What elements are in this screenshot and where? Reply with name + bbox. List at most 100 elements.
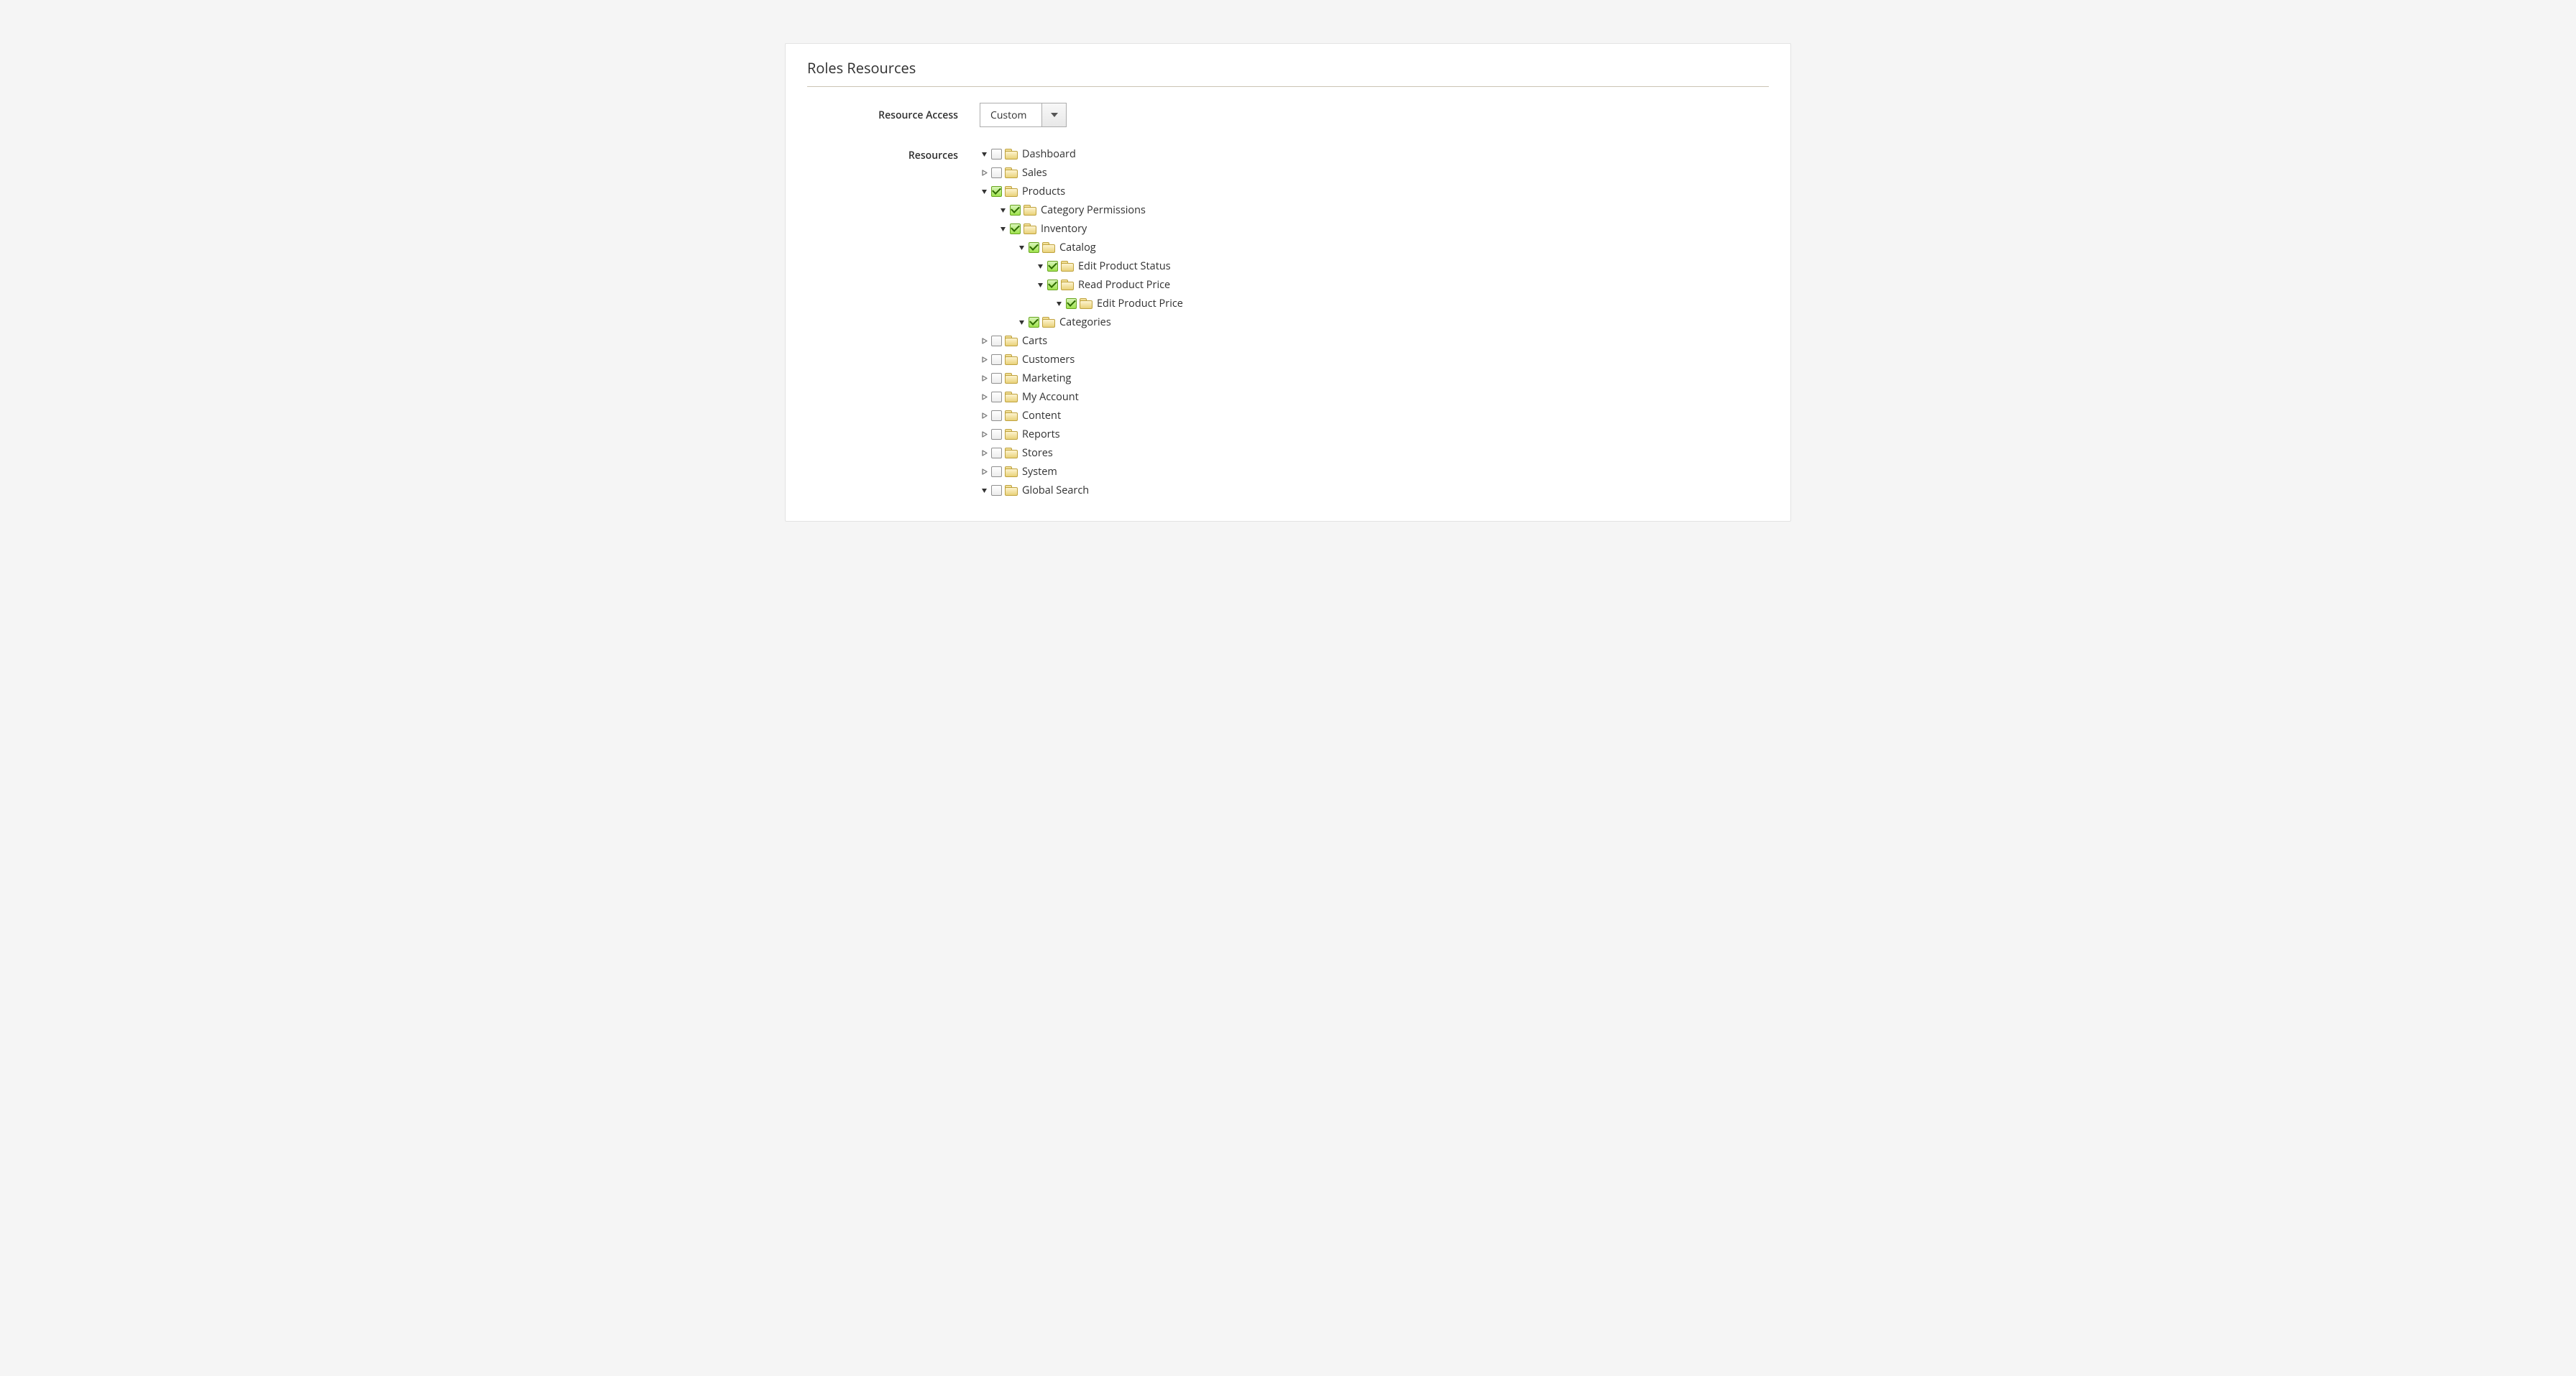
- tree-node-label[interactable]: Global Search: [1021, 484, 1089, 497]
- expand-toggle-open-icon[interactable]: [980, 149, 988, 158]
- tree-node: Edit Product Price: [1054, 294, 1769, 313]
- tree-checkbox[interactable]: [991, 466, 1002, 477]
- tree-node-label[interactable]: My Account: [1021, 390, 1079, 404]
- tree-checkbox[interactable]: [1010, 205, 1021, 216]
- tree-node-label[interactable]: Inventory: [1039, 222, 1087, 236]
- tree-checkbox[interactable]: [991, 167, 1002, 178]
- tree-node-label[interactable]: Catalog: [1058, 241, 1096, 254]
- tree-checkbox[interactable]: [991, 410, 1002, 421]
- tree-checkbox[interactable]: [1029, 317, 1039, 328]
- tree-node: Sales: [980, 163, 1769, 182]
- resource-access-select[interactable]: Custom: [980, 103, 1067, 127]
- expand-toggle-open-icon[interactable]: [1036, 280, 1044, 289]
- tree-checkbox[interactable]: [991, 354, 1002, 365]
- folder-icon: [1061, 280, 1074, 290]
- expand-toggle-open-icon[interactable]: [1054, 299, 1063, 308]
- tree-node-label[interactable]: Edit Product Status: [1077, 259, 1171, 273]
- expand-toggle-open-icon[interactable]: [1036, 262, 1044, 270]
- tree-node-label[interactable]: Products: [1021, 185, 1065, 198]
- tree-checkbox[interactable]: [991, 448, 1002, 458]
- tree-row: Edit Product Status: [1036, 257, 1769, 275]
- resource-access-dropdown-button[interactable]: [1041, 103, 1066, 126]
- tree-node-label[interactable]: Content: [1021, 409, 1061, 423]
- expand-toggle-open-icon[interactable]: [980, 187, 988, 195]
- tree-row: Customers: [980, 350, 1769, 369]
- tree-row: Products: [980, 182, 1769, 200]
- tree-node: Categories: [1017, 313, 1769, 331]
- tree-node-label[interactable]: Category Permissions: [1039, 203, 1146, 217]
- tree-checkbox[interactable]: [1010, 223, 1021, 234]
- tree-row: Categories: [1017, 313, 1769, 331]
- resource-access-row: Resource Access Custom: [807, 103, 1769, 127]
- folder-icon: [1005, 392, 1018, 402]
- tree-checkbox[interactable]: [1047, 280, 1058, 290]
- expand-toggle-open-icon[interactable]: [1017, 318, 1026, 326]
- resources-tree: Dashboard Sales Products Category Permissio…: [980, 144, 1769, 499]
- tree-row: Carts: [980, 331, 1769, 350]
- tree-checkbox[interactable]: [991, 186, 1002, 197]
- tree-node-label[interactable]: Stores: [1021, 446, 1053, 460]
- tree-node-label[interactable]: Carts: [1021, 334, 1047, 348]
- folder-icon: [1005, 466, 1018, 477]
- tree-node: Reports: [980, 425, 1769, 443]
- expand-toggle-closed-icon[interactable]: [980, 374, 988, 382]
- tree-node-label[interactable]: System: [1021, 465, 1057, 479]
- resource-access-label: Resource Access: [807, 103, 980, 122]
- tree-checkbox[interactable]: [1047, 261, 1058, 272]
- panel-title: Roles Resources: [807, 58, 1769, 87]
- folder-icon: [1005, 429, 1018, 440]
- tree-checkbox[interactable]: [991, 373, 1002, 384]
- tree-children: Edit Product Price: [1036, 294, 1769, 313]
- tree-node-label[interactable]: Categories: [1058, 315, 1111, 329]
- expand-toggle-closed-icon[interactable]: [980, 392, 988, 401]
- tree-node-label[interactable]: Marketing: [1021, 371, 1071, 385]
- tree-node-label[interactable]: Sales: [1021, 166, 1047, 180]
- tree-node: Global Search: [980, 481, 1769, 499]
- tree-row: System: [980, 462, 1769, 481]
- tree-node-label[interactable]: Customers: [1021, 353, 1075, 366]
- tree-row: Catalog: [1017, 238, 1769, 257]
- tree-checkbox[interactable]: [1029, 242, 1039, 253]
- expand-toggle-closed-icon[interactable]: [980, 411, 988, 420]
- folder-icon: [1042, 317, 1055, 328]
- expand-toggle-open-icon[interactable]: [998, 206, 1007, 214]
- tree-node: Dashboard: [980, 144, 1769, 163]
- resources-label: Resources: [807, 143, 980, 162]
- roles-resources-panel: Roles Resources Resource Access Custom R…: [785, 43, 1791, 522]
- chevron-down-icon: [1051, 113, 1058, 117]
- tree-checkbox[interactable]: [991, 149, 1002, 160]
- expand-toggle-closed-icon[interactable]: [980, 467, 988, 476]
- tree-node: Read Product Price Edit Product Price: [1036, 275, 1769, 313]
- tree-node: System: [980, 462, 1769, 481]
- folder-icon: [1005, 336, 1018, 346]
- tree-node-label[interactable]: Read Product Price: [1077, 278, 1170, 292]
- resource-access-value: Custom: [980, 103, 1041, 126]
- tree-node: Marketing: [980, 369, 1769, 387]
- expand-toggle-closed-icon[interactable]: [980, 448, 988, 457]
- tree-row: My Account: [980, 387, 1769, 406]
- expand-toggle-open-icon[interactable]: [998, 224, 1007, 233]
- tree-checkbox[interactable]: [991, 429, 1002, 440]
- tree-checkbox[interactable]: [1066, 298, 1077, 309]
- tree-row: Marketing: [980, 369, 1769, 387]
- tree-row: Sales: [980, 163, 1769, 182]
- tree-children: Category Permissions Inventory Catalog Edit…: [980, 200, 1769, 331]
- tree-checkbox[interactable]: [991, 485, 1002, 496]
- expand-toggle-closed-icon[interactable]: [980, 355, 988, 364]
- tree-node: Category Permissions: [998, 200, 1769, 219]
- tree-node-label[interactable]: Dashboard: [1021, 147, 1076, 161]
- tree-row: Stores: [980, 443, 1769, 462]
- tree-node-label[interactable]: Edit Product Price: [1095, 297, 1183, 310]
- tree-node: ProductsCategory PermissionsInventoryCat…: [980, 182, 1769, 331]
- expand-toggle-closed-icon[interactable]: [980, 168, 988, 177]
- expand-toggle-closed-icon[interactable]: [980, 430, 988, 438]
- expand-toggle-open-icon[interactable]: [980, 486, 988, 494]
- expand-toggle-open-icon[interactable]: [1017, 243, 1026, 251]
- tree-node-label[interactable]: Reports: [1021, 428, 1060, 441]
- tree-checkbox[interactable]: [991, 392, 1002, 402]
- tree-row: Edit Product Price: [1054, 294, 1769, 313]
- tree-node: Content: [980, 406, 1769, 425]
- tree-checkbox[interactable]: [991, 336, 1002, 346]
- folder-icon: [1005, 410, 1018, 421]
- expand-toggle-closed-icon[interactable]: [980, 336, 988, 345]
